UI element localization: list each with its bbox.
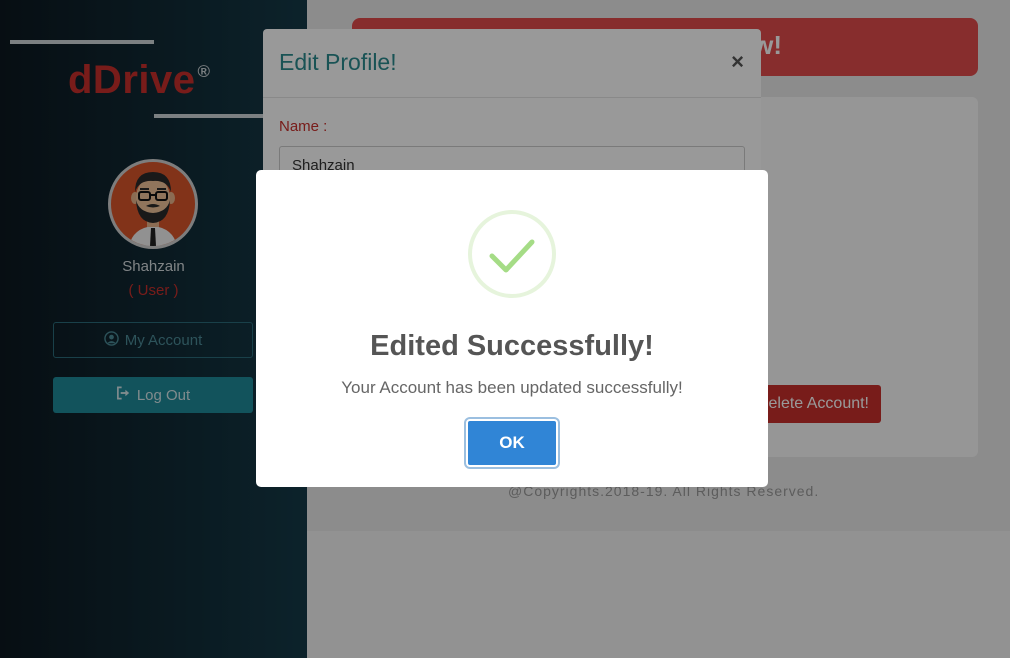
alert-message: Your Account has been updated successful…	[341, 378, 683, 397]
ok-button[interactable]: OK	[466, 419, 558, 467]
success-check-icon	[468, 210, 556, 298]
alert-title: Edited Successfully!	[370, 330, 654, 362]
success-alert: Edited Successfully! Your Account has be…	[256, 170, 768, 487]
